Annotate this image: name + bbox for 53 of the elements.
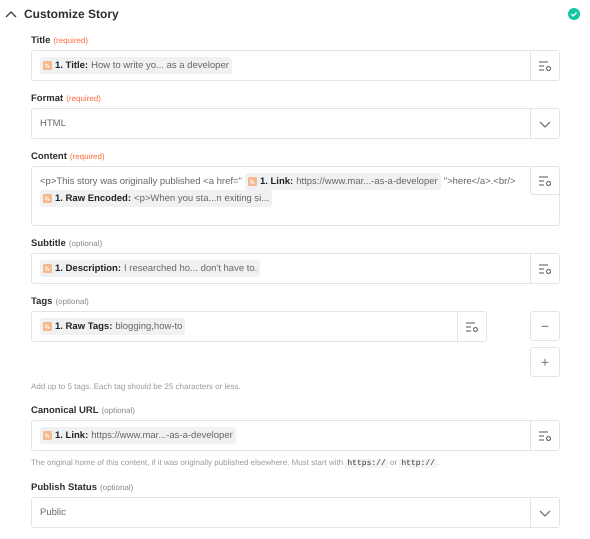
insert-data-icon xyxy=(538,60,552,72)
rss-icon xyxy=(248,177,257,186)
rss-icon xyxy=(43,61,52,70)
data-pill[interactable]: 1. Description: I researched ho... don't have to. xyxy=(40,260,260,277)
rss-icon xyxy=(43,194,52,203)
data-pill[interactable]: 1. Link: https://www.mar...-as-a-developer xyxy=(244,173,441,190)
field-label: Title xyxy=(31,35,50,46)
requirement-note: (optional) xyxy=(55,297,89,306)
input-field[interactable]: 1. Link: https://www.mar...-as-a-developer xyxy=(31,420,560,451)
requirement-note: (optional) xyxy=(68,239,102,248)
field-label: Publish Status xyxy=(31,482,97,493)
insert-data-button[interactable] xyxy=(530,51,559,80)
rss-icon xyxy=(43,264,52,273)
requirement-note: (optional) xyxy=(100,483,134,492)
requirement-note: (required) xyxy=(53,36,88,45)
insert-data-icon xyxy=(538,174,552,186)
field-label: Subtitle xyxy=(31,238,66,249)
field-label: Format xyxy=(31,93,64,104)
field-label: Canonical URL xyxy=(31,405,99,416)
help-text: The original home of this content, if it was originally published elsewhere. Must start with https:// or http:// . xyxy=(31,457,440,470)
data-pill[interactable]: 1. Title: How to write yo... as a developer xyxy=(40,57,232,74)
data-pill[interactable]: 1. Raw Encoded: <p>When you sta...n exiting si... xyxy=(40,190,272,207)
field-label: Tags xyxy=(31,296,52,307)
help-text: Add up to 5 tags. Each tag should be 25 characters or less. xyxy=(31,381,242,393)
field-text: ">here</a>.<br/> xyxy=(444,175,516,189)
input-field[interactable]: <p>This story was originally published <a href=" 1. Link: https://www.mar...-as-a-developer ">here</a>.<br/> 1. Raw Encoded: <p>When you sta...n exiting si... xyxy=(31,166,560,226)
field-label: Content xyxy=(31,151,67,162)
input-field[interactable]: 1. Raw Tags: blogging,how-to xyxy=(31,311,487,342)
requirement-note: (optional) xyxy=(102,406,135,415)
input-field[interactable]: 1. Title: How to write yo... as a developer xyxy=(31,50,560,81)
rss-icon xyxy=(43,431,52,440)
chevron-up-icon[interactable] xyxy=(4,9,18,19)
insert-data-button[interactable] xyxy=(530,167,559,195)
insert-data-icon xyxy=(465,320,479,332)
insert-data-icon xyxy=(538,262,552,274)
insert-data-button[interactable] xyxy=(530,421,559,450)
input-field[interactable]: 1. Description: I researched ho... don't have to. xyxy=(31,253,560,284)
data-pill[interactable]: 1. Raw Tags: blogging,how-to xyxy=(40,318,186,335)
select-field[interactable]: Public xyxy=(31,497,560,528)
section-title: Customize Story xyxy=(24,7,119,21)
insert-data-button[interactable] xyxy=(530,254,559,283)
field-text: HTML xyxy=(40,117,66,131)
add-button[interactable]: + xyxy=(530,347,560,377)
insert-data-icon xyxy=(538,430,552,442)
requirement-note: (required) xyxy=(66,94,101,103)
data-pill[interactable]: 1. Link: https://www.mar...-as-a-developer xyxy=(40,427,236,444)
select-field[interactable]: HTML xyxy=(31,108,560,139)
rss-icon xyxy=(43,322,52,331)
remove-button[interactable]: − xyxy=(530,311,560,341)
insert-data-button[interactable] xyxy=(457,312,486,341)
field-text: <p>This story was originally published <a href=" xyxy=(40,175,242,189)
field-text: Public xyxy=(40,506,66,520)
requirement-note: (required) xyxy=(70,152,105,161)
